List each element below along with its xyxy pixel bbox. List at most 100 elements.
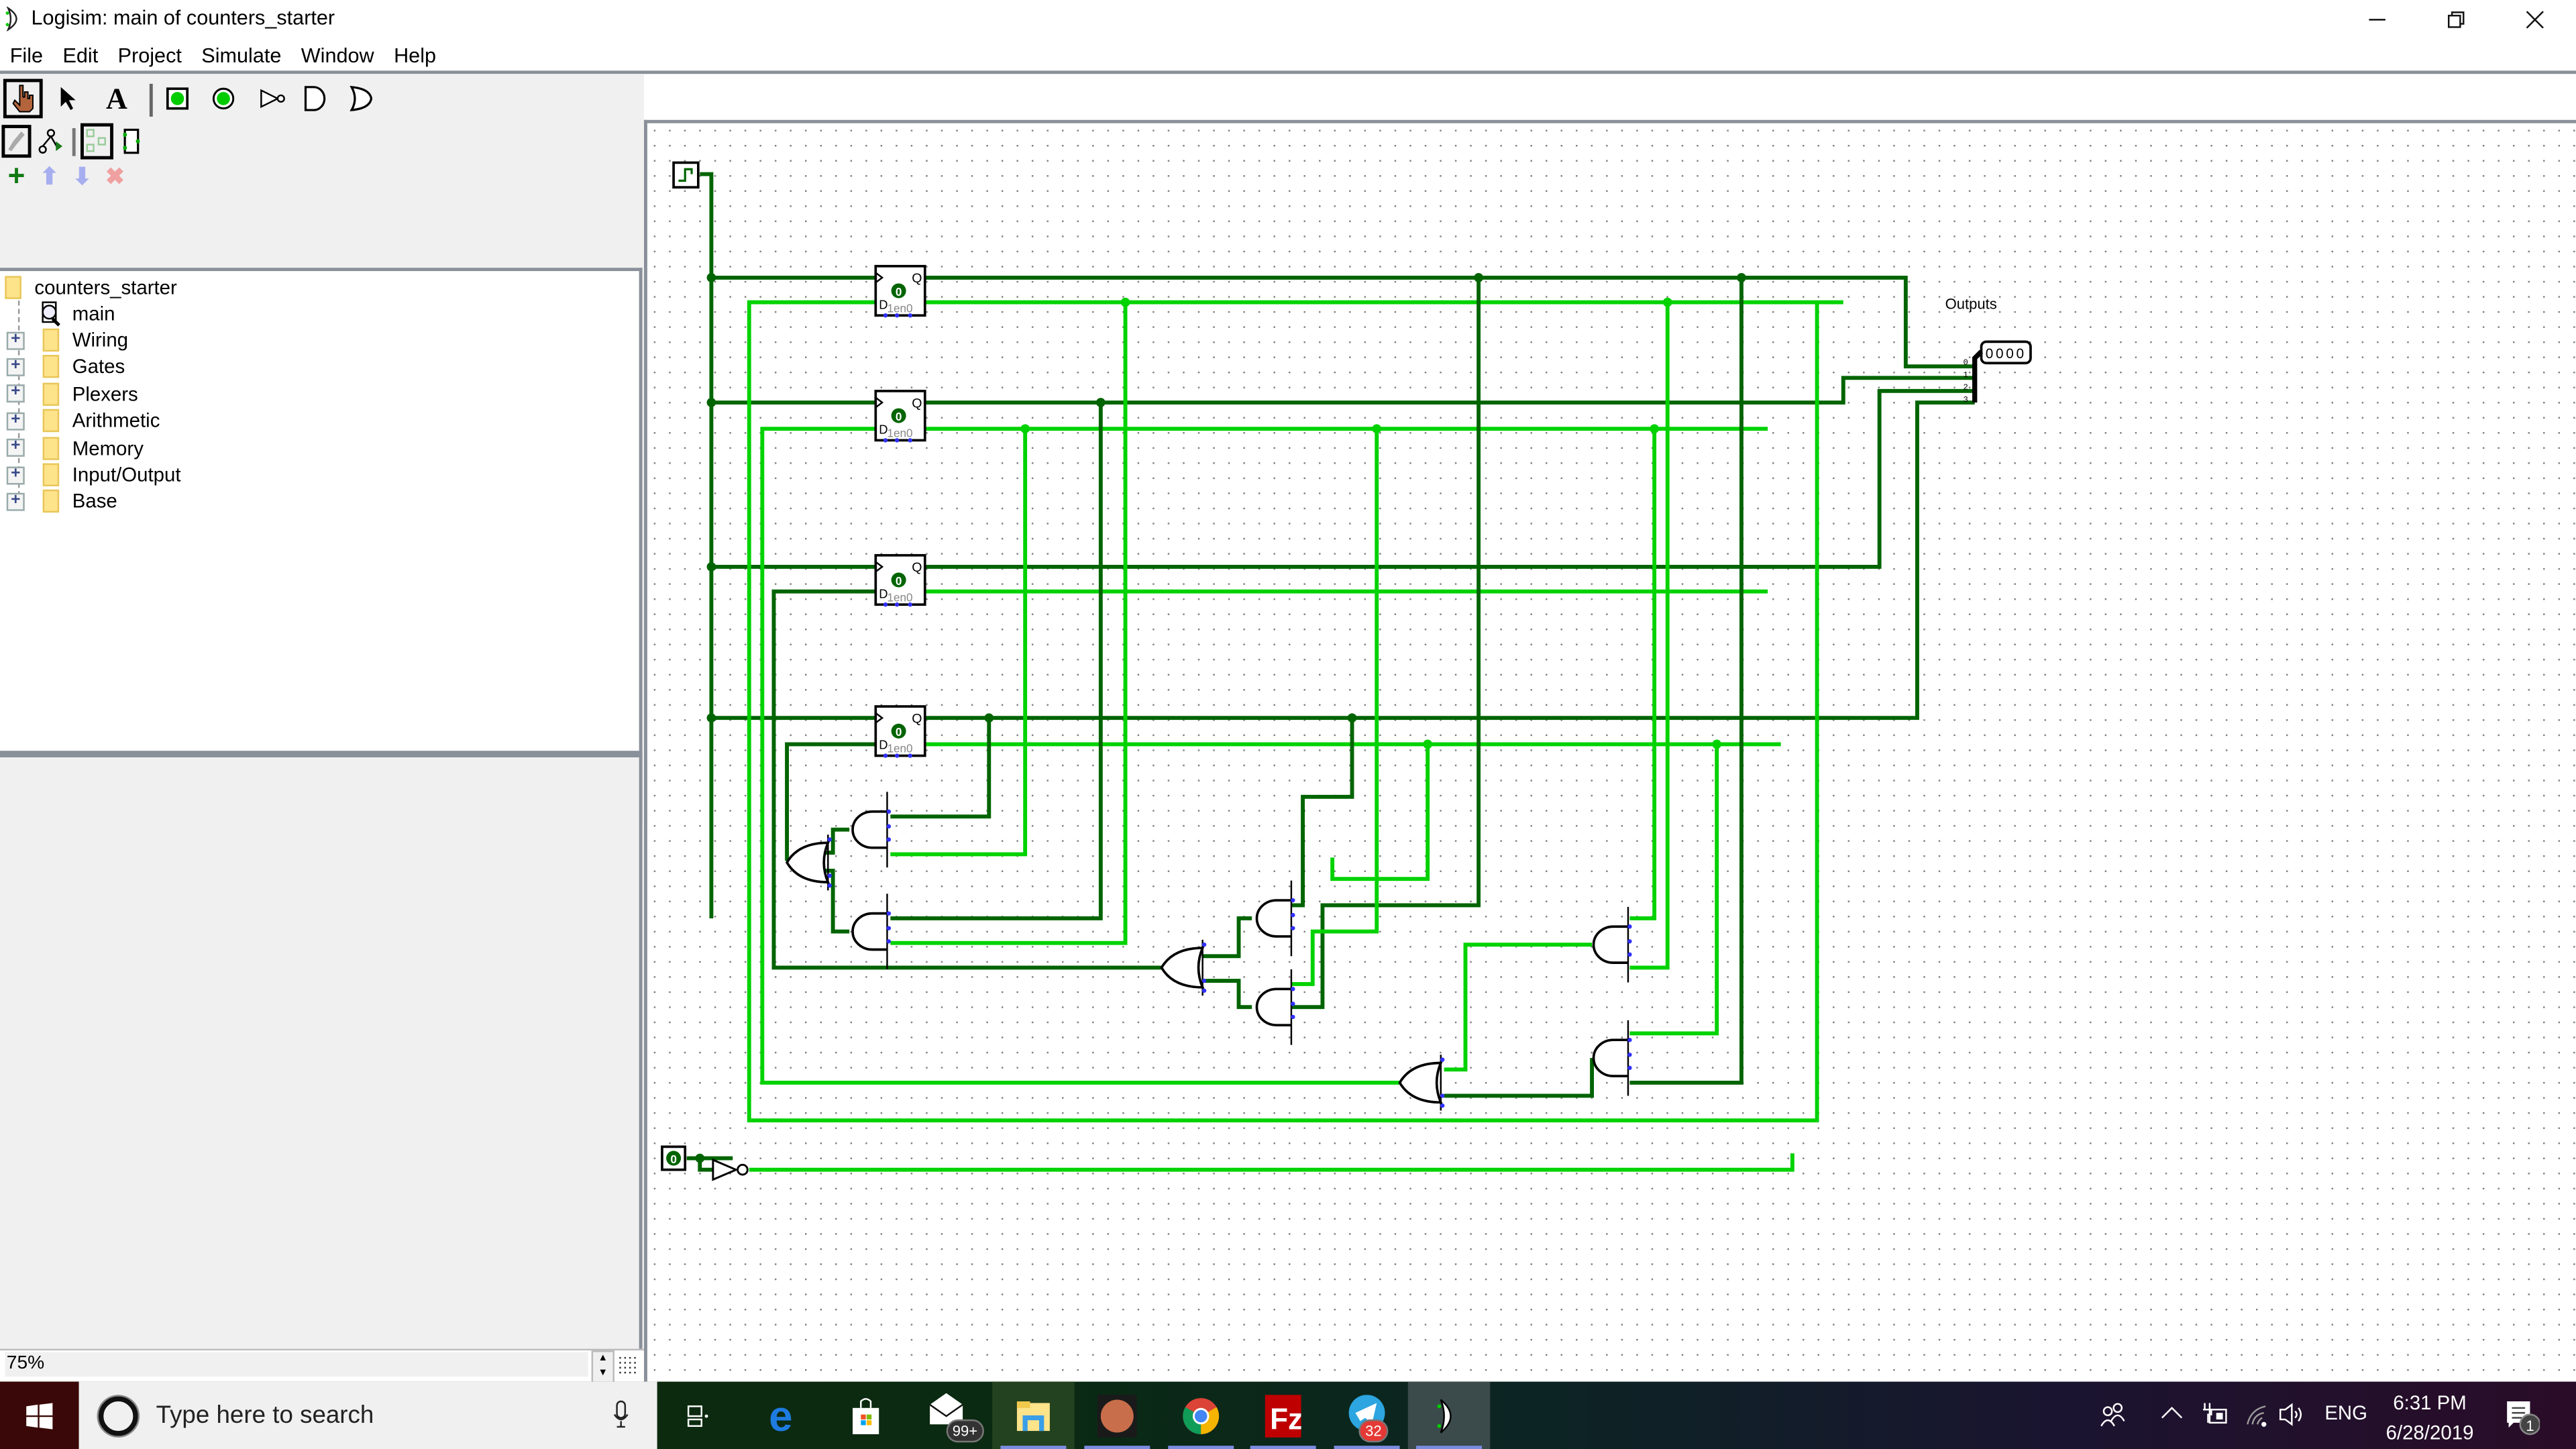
taskbar-app-filezilla[interactable]: Fz xyxy=(1242,1382,1324,1449)
circuit-tree-icon xyxy=(38,129,63,154)
expand-icon[interactable]: + xyxy=(6,492,25,511)
logisim-icon xyxy=(1436,1397,1462,1434)
and-gate-button[interactable] xyxy=(299,82,332,115)
tree-library-label: Wiring xyxy=(72,328,129,352)
microphone-icon[interactable] xyxy=(612,1400,629,1430)
tree-library-wiring[interactable]: + Wiring xyxy=(6,327,129,353)
menu-window[interactable]: Window xyxy=(291,44,384,67)
tree-library-base[interactable]: + Base xyxy=(6,488,117,515)
zoom-level-field[interactable]: 75% xyxy=(5,1352,588,1377)
expand-icon[interactable]: + xyxy=(6,465,25,484)
d-flip-flop-1[interactable]: 0QD1en0 xyxy=(874,390,926,443)
enable-label: 1en0 xyxy=(887,590,912,604)
flip-flop-state: 0 xyxy=(896,574,902,588)
clock-source[interactable] xyxy=(672,161,700,189)
grid-toggle-icon[interactable] xyxy=(616,1354,639,1377)
toolbar-separator xyxy=(72,128,76,156)
battery-charging-icon[interactable] xyxy=(2200,1401,2229,1428)
and-gate-body[interactable] xyxy=(851,810,888,849)
start-button[interactable] xyxy=(0,1381,79,1449)
add-circuit-button[interactable]: + xyxy=(0,158,33,193)
volume-icon[interactable] xyxy=(2277,1401,2306,1428)
expand-icon[interactable]: + xyxy=(6,438,25,458)
output-pin-button[interactable] xyxy=(207,82,240,115)
d-flip-flop-2[interactable]: 0QD1en0 xyxy=(874,553,926,607)
and-gate-body[interactable] xyxy=(1592,1038,1628,1077)
expand-icon[interactable]: + xyxy=(6,357,25,376)
circuit-diagram[interactable]: 0QD1en00QD1en00QD1en00QD1en0000001230 Ou… xyxy=(647,123,2576,1382)
select-tool-button[interactable] xyxy=(52,82,85,115)
pin-dot xyxy=(1627,939,1632,944)
tree-project-root[interactable]: counters_starter xyxy=(5,274,177,301)
not-gate-icon xyxy=(260,89,285,109)
input-pin-button[interactable] xyxy=(161,82,194,115)
minimize-button[interactable] xyxy=(2339,0,2415,40)
menu-edit[interactable]: Edit xyxy=(53,44,108,67)
restore-button[interactable] xyxy=(2418,0,2494,40)
tree-library-input-output[interactable]: + Input/Output xyxy=(6,462,181,488)
remove-circuit-button[interactable]: ✖ xyxy=(99,160,131,193)
pin-dot xyxy=(1627,1053,1632,1057)
tree-library-plexers[interactable]: + Plexers xyxy=(6,381,138,407)
not-gate-button[interactable] xyxy=(256,82,289,115)
tree-circuit-main[interactable]: main xyxy=(40,301,115,327)
poke-tool-button[interactable] xyxy=(3,78,43,119)
or-gate-button[interactable] xyxy=(345,82,378,115)
menu-project[interactable]: Project xyxy=(108,44,192,67)
circuit-canvas[interactable]: 0 Q D 1en0 0 Q D 1en0 0 Q D 1en0 0 Q D 1en0 0000 0 1 2 3 0 Ou… xyxy=(644,119,2576,1382)
pin-dot xyxy=(1291,926,1295,930)
taskbar-app-logisim[interactable] xyxy=(1407,1381,1491,1449)
clock[interactable]: 6:31 PM 6/28/2019 xyxy=(2366,1388,2494,1447)
menu-file[interactable]: File xyxy=(0,44,53,67)
and-gate-body[interactable] xyxy=(1592,925,1628,964)
wire-junction xyxy=(1737,273,1746,282)
show-hidden-icons-chevron[interactable] xyxy=(2160,1403,2183,1422)
pin-dot xyxy=(1627,1038,1632,1042)
d-flip-flop-0[interactable]: 0QD1en0 xyxy=(874,264,926,318)
move-circuit-up-button[interactable]: ⬆ xyxy=(33,160,66,193)
pin-dot xyxy=(894,438,900,443)
action-center-button[interactable]: 1 xyxy=(2504,1398,2541,1438)
menu-help[interactable]: Help xyxy=(384,44,445,67)
taskbar-app-store[interactable] xyxy=(824,1382,906,1449)
pin-dot xyxy=(1201,988,1207,993)
chevron-down-icon[interactable]: ▼ xyxy=(598,1368,608,1379)
and-gate-body[interactable] xyxy=(1255,987,1291,1027)
plus-icon: + xyxy=(7,158,25,192)
enable-label: 1en0 xyxy=(887,742,912,755)
taskbar-app-mail[interactable]: 99+ xyxy=(908,1382,990,1449)
and-gate-body[interactable] xyxy=(851,912,888,951)
expand-icon[interactable]: + xyxy=(6,411,25,430)
show-simulation-button[interactable] xyxy=(115,125,148,158)
show-toolbox-button[interactable] xyxy=(80,123,113,160)
zoom-spinner[interactable]: ▲ ▼ xyxy=(591,1350,614,1384)
taskbar-search-box[interactable]: Type here to search xyxy=(78,1381,657,1449)
chevron-up-icon[interactable]: ▲ xyxy=(598,1354,608,1364)
wifi-icon[interactable] xyxy=(2244,1401,2273,1428)
tree-library-arithmetic[interactable]: + Arithmetic xyxy=(6,408,160,434)
menu-simulate[interactable]: Simulate xyxy=(192,44,292,67)
taskbar-app-photo-app[interactable] xyxy=(1076,1382,1158,1449)
edit-layout-button[interactable] xyxy=(1,125,32,158)
taskbar-app-file-explorer[interactable] xyxy=(992,1381,1075,1449)
tree-library-gates[interactable]: + Gates xyxy=(6,354,125,380)
reset-input-pin[interactable]: 0 xyxy=(661,1145,687,1171)
title-bar: Logisim: main of counters_starter xyxy=(0,0,2576,40)
tree-library-memory[interactable]: + Memory xyxy=(6,435,144,461)
svg-text:Fz: Fz xyxy=(1270,1402,1301,1435)
expand-icon[interactable]: + xyxy=(6,330,25,350)
expand-icon[interactable]: + xyxy=(6,384,25,403)
taskbar-app-telegram[interactable]: 32 xyxy=(1326,1382,1407,1449)
move-circuit-down-button[interactable]: ⬇ xyxy=(66,160,99,193)
taskbar-app-task-view[interactable] xyxy=(657,1382,739,1449)
people-icon[interactable] xyxy=(2100,1401,2126,1428)
edit-appearance-button[interactable] xyxy=(34,125,67,158)
language-indicator[interactable]: ENG xyxy=(2324,1401,2367,1424)
close-button[interactable] xyxy=(2497,0,2573,40)
taskbar-app-edge[interactable]: e xyxy=(743,1382,824,1449)
taskbar-app-chrome[interactable] xyxy=(1160,1382,1242,1449)
d-flip-flop-3[interactable]: 0QD1en0 xyxy=(874,705,926,758)
tree-library-label: Memory xyxy=(72,436,144,460)
text-tool-button[interactable]: A xyxy=(100,81,133,115)
and-gate-body[interactable] xyxy=(1255,899,1291,938)
